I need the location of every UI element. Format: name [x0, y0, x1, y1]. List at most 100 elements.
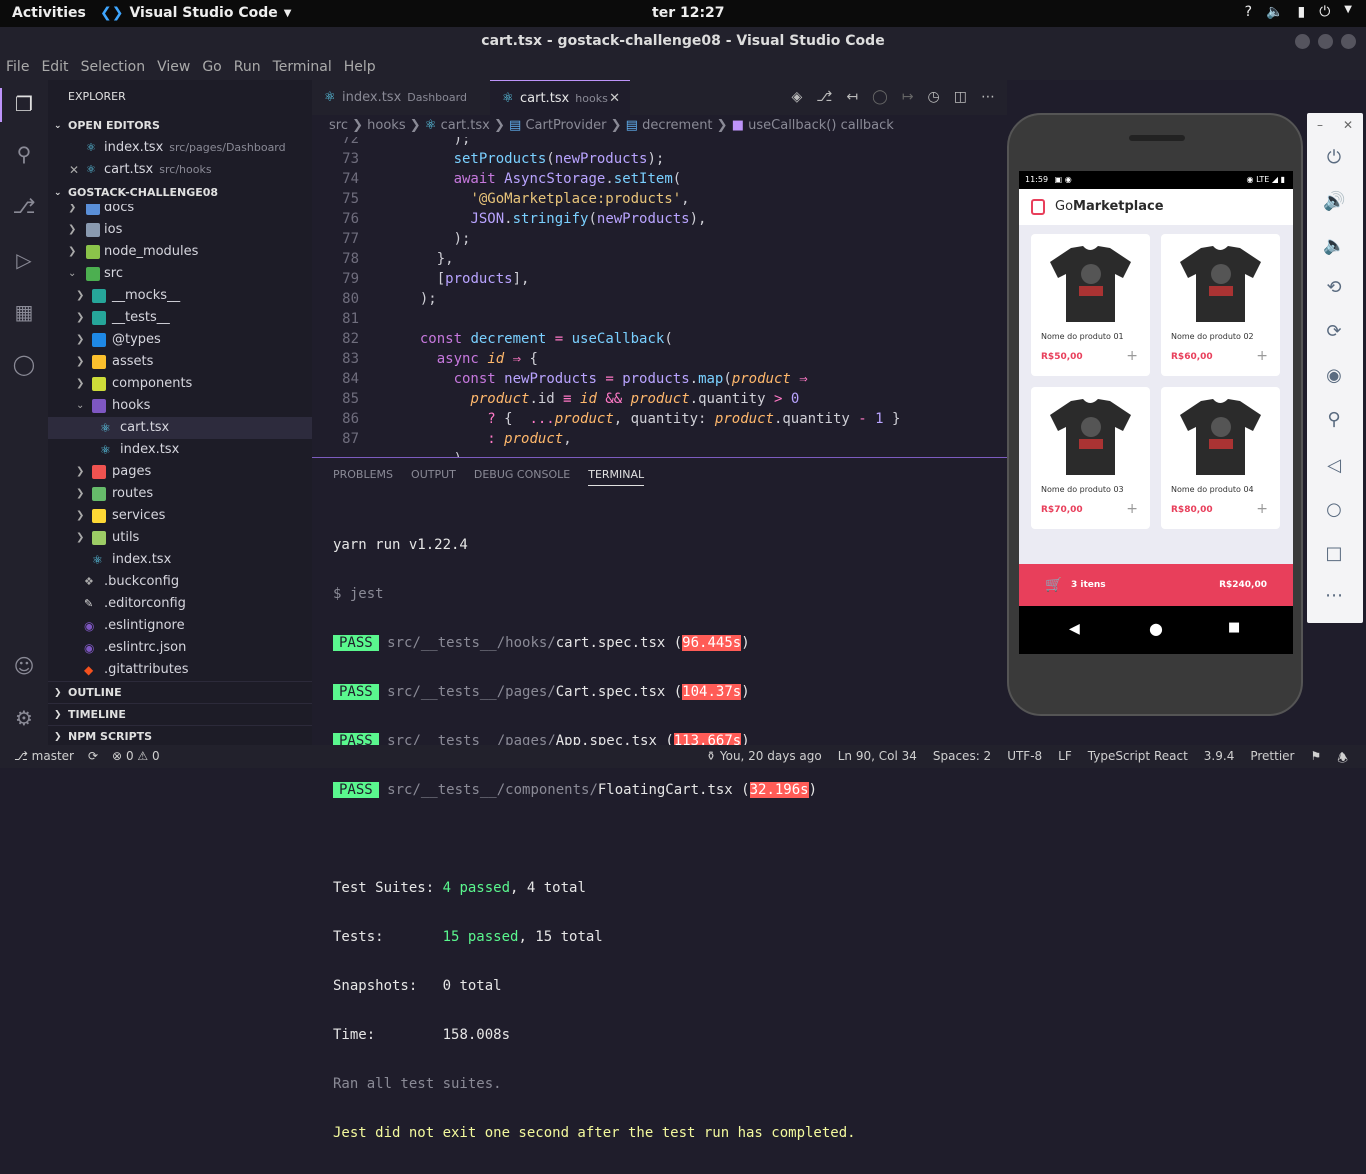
encoding[interactable]: UTF-8: [1007, 749, 1042, 770]
clock[interactable]: ter 12:27: [652, 5, 725, 21]
tree-file-eslintignore[interactable]: ◉ .eslintignore: [48, 615, 312, 637]
tree-folder-utils[interactable]: ❯ utils: [48, 527, 312, 549]
breadcrumb-item[interactable]: cart.tsx: [441, 118, 490, 133]
outline-header[interactable]: ❯ OUTLINE: [48, 681, 312, 703]
tree-file-index[interactable]: ⚛ index.tsx: [48, 439, 312, 461]
formatter[interactable]: Prettier: [1250, 749, 1294, 770]
tree-file-buckconfig[interactable]: ❖ .buckconfig: [48, 571, 312, 593]
run-debug-icon[interactable]: ▷: [12, 248, 36, 272]
breadcrumb-item[interactable]: decrement: [642, 118, 712, 133]
plus-icon[interactable]: +: [1126, 501, 1138, 517]
account-icon[interactable]: ☺: [12, 654, 36, 678]
terminal-output[interactable]: yarn run v1.22.4 $ jest PASS src/__tests…: [333, 505, 856, 1174]
open-editor-item[interactable]: ⚛ index.tsx src/pages/Dashboard: [48, 137, 312, 159]
product-card[interactable]: Nome do produto 03 R$70,00 +: [1031, 387, 1150, 529]
back-icon[interactable]: ◀: [1069, 621, 1080, 637]
product-card[interactable]: Nome do produto 02 R$60,00 +: [1161, 234, 1280, 376]
system-tray[interactable]: ? 🔈 ▮ ⏻ ▼: [1245, 4, 1352, 20]
close-icon[interactable]: ✕: [69, 159, 79, 181]
tree-file-index-root[interactable]: ⚛ index.tsx: [48, 549, 312, 571]
volume-down-icon[interactable]: 🔈: [1323, 235, 1345, 257]
tree-folder-types[interactable]: ❯ @types: [48, 329, 312, 351]
recents-icon[interactable]: ■: [1228, 620, 1240, 635]
plus-icon[interactable]: +: [1256, 501, 1268, 517]
tree-folder-mocks[interactable]: ❯ __mocks__: [48, 285, 312, 307]
floating-cart[interactable]: 🛒 3 itens R$240,00: [1019, 564, 1293, 606]
tree-folder-hooks[interactable]: ⌄ hooks: [48, 395, 312, 417]
breadcrumb-item[interactable]: useCallback() callback: [748, 118, 894, 133]
menu-selection[interactable]: Selection: [75, 56, 152, 80]
zoom-icon[interactable]: ⚲: [1323, 409, 1345, 431]
breadcrumb-item[interactable]: src: [329, 118, 348, 133]
help-icon[interactable]: ?: [1245, 4, 1252, 20]
volume-up-icon[interactable]: 🔊: [1323, 191, 1345, 213]
cursor-position[interactable]: Ln 90, Col 34: [838, 749, 917, 770]
menu-file[interactable]: File: [0, 56, 35, 80]
tab-debug-console[interactable]: DEBUG CONSOLE: [474, 468, 570, 486]
more-icon[interactable]: ⋯: [981, 89, 995, 105]
close-icon[interactable]: ✕: [1343, 118, 1353, 132]
minimize-button[interactable]: [1295, 34, 1310, 49]
problems-indicator[interactable]: ⊗ 0 ⚠ 0: [112, 749, 160, 763]
split-editor-icon[interactable]: ◫: [954, 89, 967, 105]
git-lens-icon[interactable]: ◈: [791, 89, 802, 105]
emulator-screen[interactable]: 11:59 ▣ ◉ ◉ LTE ◢ ▮ GoMarketplace Nome d…: [1019, 171, 1293, 654]
camera-icon[interactable]: ◉: [1323, 365, 1345, 387]
feedback-icon[interactable]: ⚑: [1310, 749, 1321, 770]
typescript-version[interactable]: 3.9.4: [1204, 749, 1235, 770]
tab-output[interactable]: OUTPUT: [411, 468, 456, 486]
menu-help[interactable]: Help: [338, 56, 382, 80]
activities-button[interactable]: Activities: [12, 5, 86, 21]
back-icon[interactable]: ◁: [1323, 455, 1345, 477]
commit-icon[interactable]: ◯: [872, 89, 888, 105]
extensions-icon[interactable]: ▦: [12, 300, 36, 324]
close-button[interactable]: [1341, 34, 1356, 49]
tree-folder-pages[interactable]: ❯ pages: [48, 461, 312, 483]
tab-index[interactable]: ⚛ index.tsx Dashboard: [312, 80, 490, 115]
power-icon[interactable]: ⏻: [1319, 4, 1330, 20]
home-icon[interactable]: ●: [1149, 619, 1163, 638]
maximize-button[interactable]: [1318, 34, 1333, 49]
tab-cart[interactable]: ⚛ cart.tsx hooks ✕: [490, 80, 630, 115]
go-forward-icon[interactable]: ↦: [902, 89, 914, 105]
close-icon[interactable]: ✕: [609, 81, 620, 116]
overview-icon[interactable]: □: [1323, 543, 1345, 565]
menu-terminal[interactable]: Terminal: [267, 56, 338, 80]
end-of-line[interactable]: LF: [1058, 749, 1072, 770]
search-icon[interactable]: ⚲: [12, 142, 36, 166]
product-card[interactable]: Nome do produto 04 R$80,00 +: [1161, 387, 1280, 529]
tree-folder-assets[interactable]: ❯ assets: [48, 351, 312, 373]
tree-folder-ios[interactable]: ❯ ios: [48, 219, 312, 241]
sync-icon[interactable]: ⟳: [88, 749, 98, 763]
tree-file-eslintrc[interactable]: ◉ .eslintrc.json: [48, 637, 312, 659]
gear-icon[interactable]: ⚙: [12, 706, 36, 730]
language-mode[interactable]: TypeScript React: [1088, 749, 1188, 770]
tree-file-gitattributes[interactable]: ◆ .gitattributes: [48, 659, 312, 681]
explorer-icon[interactable]: ❐: [12, 92, 36, 116]
tab-problems[interactable]: PROBLEMS: [333, 468, 393, 486]
history-icon[interactable]: ◷: [928, 89, 940, 105]
branch-indicator[interactable]: ⎇ master: [14, 749, 74, 763]
tree-folder-components[interactable]: ❯ components: [48, 373, 312, 395]
plus-icon[interactable]: +: [1256, 348, 1268, 364]
volume-icon[interactable]: 🔈: [1266, 4, 1283, 20]
open-editors-header[interactable]: ⌄ OPEN EDITORS: [48, 115, 160, 137]
indentation[interactable]: Spaces: 2: [933, 749, 991, 770]
chevron-down-icon[interactable]: ▼: [1344, 4, 1352, 20]
remote-icon[interactable]: ◯: [12, 352, 36, 376]
menu-view[interactable]: View: [151, 56, 196, 80]
minimize-icon[interactable]: –: [1317, 118, 1323, 132]
menu-run[interactable]: Run: [228, 56, 267, 80]
tree-file-editorconfig[interactable]: ✎ .editorconfig: [48, 593, 312, 615]
tree-file-cart[interactable]: ⚛ cart.tsx: [48, 417, 312, 439]
battery-icon[interactable]: ▮: [1298, 4, 1306, 20]
tree-folder-tests[interactable]: ❯ __tests__: [48, 307, 312, 329]
more-icon[interactable]: ⋯: [1323, 585, 1345, 607]
app-menu[interactable]: ❮❯ Visual Studio Code ▼: [100, 5, 291, 21]
tree-folder-node-modules[interactable]: ❯ node_modules: [48, 241, 312, 263]
git-blame[interactable]: ⚱ You, 20 days ago: [706, 749, 822, 770]
rotate-right-icon[interactable]: ⟳: [1323, 321, 1345, 343]
tree-folder-services[interactable]: ❯ services: [48, 505, 312, 527]
npm-scripts-header[interactable]: ❯ NPM SCRIPTS: [48, 725, 312, 747]
product-card[interactable]: Nome do produto 01 R$50,00 +: [1031, 234, 1150, 376]
